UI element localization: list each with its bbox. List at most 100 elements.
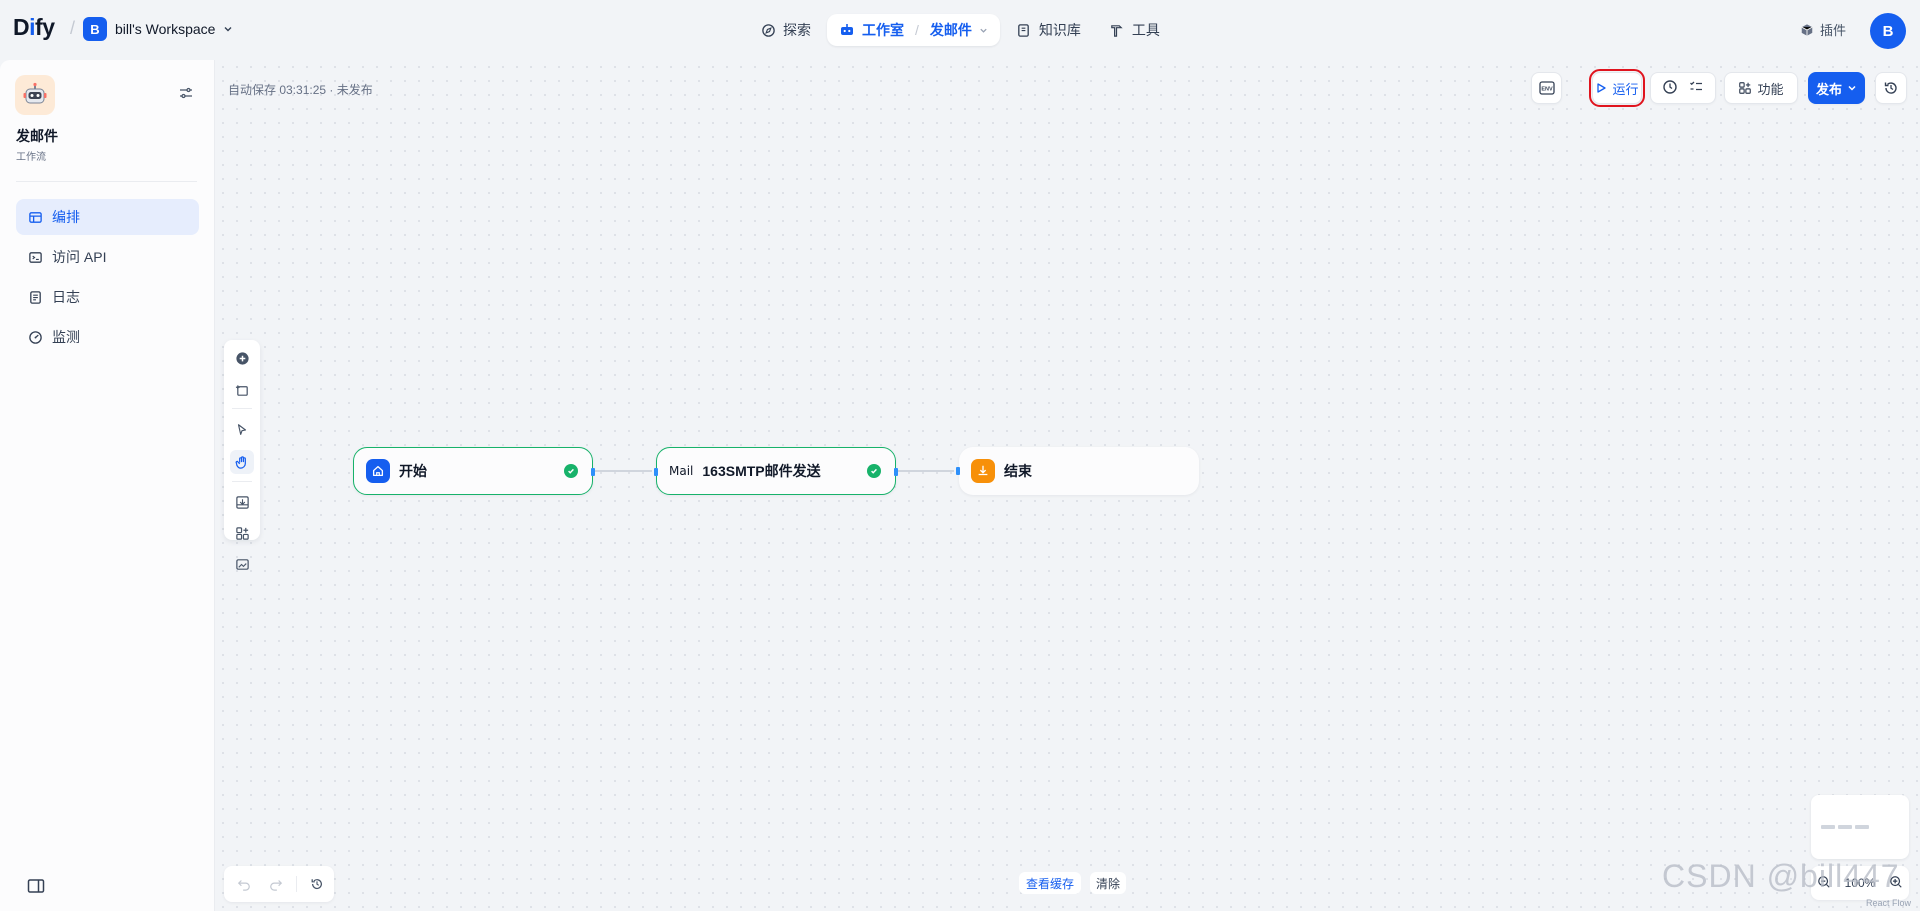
node-title: 结束	[1004, 463, 1032, 479]
watermark: CSDN @bill447	[1662, 858, 1900, 894]
export-image-button[interactable]	[230, 490, 254, 514]
run-history-button[interactable]	[1662, 79, 1678, 98]
features-label: 功能	[1757, 81, 1784, 97]
download-box-icon	[235, 495, 249, 509]
undo-icon	[237, 880, 250, 891]
sidebar-item-label: 监测	[52, 329, 80, 345]
divider-slash: /	[70, 18, 76, 38]
chevron-down-icon	[980, 28, 987, 33]
nav-explore-label: 探索	[783, 22, 811, 38]
workflow-canvas[interactable]: 自动保存 03:31:25 · 未发布 ENV 运行 功能 发布 开始 Mail…	[216, 60, 1920, 911]
minimap[interactable]	[1811, 795, 1909, 859]
auto-layout-button[interactable]	[230, 521, 254, 545]
node-start[interactable]: 开始	[353, 447, 595, 495]
organize-icon	[235, 526, 249, 540]
workspace-avatar: B	[83, 17, 107, 41]
cursor-icon	[237, 424, 247, 435]
sidebar-item-label: 编排	[52, 209, 80, 225]
history-icon	[311, 879, 322, 890]
cube-icon	[1801, 23, 1813, 36]
current-app-label[interactable]: 发邮件	[930, 20, 972, 40]
workspace-switcher[interactable]: B bill's Workspace	[83, 17, 233, 41]
play-icon	[1597, 83, 1607, 93]
node-title: 开始	[399, 463, 427, 479]
node-end[interactable]: 结束	[956, 447, 1199, 495]
check-icon	[867, 464, 881, 478]
app-settings-button[interactable]	[178, 85, 194, 106]
edge-mail-to-end[interactable]	[896, 470, 954, 472]
nav-explore[interactable]: 探索	[748, 14, 823, 46]
plugins-label: 插件	[1820, 23, 1847, 38]
minimap-toggle-button[interactable]	[230, 552, 254, 576]
history-checklist-group	[1650, 72, 1716, 104]
checklist-button[interactable]	[1688, 79, 1704, 98]
nav-studio-label: 工作室	[862, 22, 904, 38]
nav-tools-label: 工具	[1131, 22, 1160, 38]
home-icon	[366, 459, 390, 483]
sidebar-item-orchestrate[interactable]: 编排	[16, 199, 199, 235]
sidebar-item-label: 访问 API	[52, 249, 107, 265]
divider	[16, 181, 197, 182]
app-robot-icon	[15, 75, 55, 115]
output-handle[interactable]	[894, 468, 898, 476]
clear-cache-button[interactable]: 清除	[1090, 872, 1127, 894]
output-handle[interactable]	[591, 468, 595, 476]
sidebar-item-label: 日志	[52, 289, 80, 305]
nav-tools[interactable]: 工具	[1097, 14, 1172, 46]
collapse-sidebar-button[interactable]	[27, 878, 45, 899]
publish-label: 发布	[1815, 81, 1842, 97]
version-history-button[interactable]	[1875, 72, 1907, 104]
react-flow-attribution[interactable]: React Flow	[1866, 898, 1911, 908]
redo-button[interactable]	[264, 872, 288, 896]
canvas-tool-rail	[224, 340, 260, 570]
hammer-icon	[1109, 22, 1125, 38]
minimap-icon	[235, 558, 249, 570]
pointer-mode-button[interactable]	[230, 418, 254, 442]
terminal-icon	[29, 251, 42, 263]
sidebar-item-monitor[interactable]: 监测	[16, 319, 199, 355]
node-smtp-mail[interactable]: Mail 163SMTP邮件发送	[654, 447, 898, 495]
sliders-icon	[180, 87, 192, 99]
add-note-button[interactable]	[230, 378, 254, 402]
sidebar-toggle-icon	[27, 879, 45, 893]
app-menu: 编排 访问 API 日志 监测	[16, 199, 199, 359]
publish-button[interactable]: 发布	[1808, 72, 1865, 104]
book-icon	[1016, 22, 1032, 38]
dify-logo[interactable]: Dify	[13, 14, 55, 41]
nav-knowledge[interactable]: 知识库	[1004, 14, 1093, 46]
sidebar-item-logs[interactable]: 日志	[16, 279, 199, 315]
workspace-name: bill's Workspace	[115, 21, 216, 37]
change-history-button[interactable]	[305, 872, 329, 896]
add-node-button[interactable]	[230, 346, 254, 370]
input-handle[interactable]	[956, 467, 960, 475]
hand-mode-button[interactable]	[230, 450, 254, 474]
nav-separator: /	[915, 22, 919, 38]
divider	[232, 408, 252, 409]
robot-icon	[839, 22, 855, 38]
input-handle[interactable]	[654, 468, 658, 476]
sidebar-item-api[interactable]: 访问 API	[16, 239, 199, 275]
features-button[interactable]: 功能	[1724, 72, 1798, 104]
plugins-link[interactable]: 插件	[1800, 20, 1846, 39]
mail-icon: Mail	[669, 464, 694, 478]
run-button[interactable]: 运行	[1589, 69, 1645, 107]
flag-icon	[971, 459, 995, 483]
history-icon	[1884, 82, 1897, 94]
node-title: 163SMTP邮件发送	[702, 463, 821, 479]
check-icon	[564, 464, 578, 478]
view-cache-button[interactable]: 查看缓存	[1019, 872, 1082, 894]
clock-play-icon	[1663, 79, 1677, 94]
app-name: 发邮件	[16, 128, 58, 144]
divider	[232, 481, 252, 482]
edge-start-to-mail[interactable]	[594, 470, 652, 472]
nav-studio[interactable]: 工作室 / 发邮件	[827, 14, 1000, 46]
run-label: 运行	[1612, 81, 1639, 97]
note-add-icon	[235, 384, 248, 396]
chevron-down-icon	[1848, 85, 1856, 91]
undo-button[interactable]	[232, 872, 256, 896]
app-type: 工作流	[16, 152, 46, 163]
plus-circle-icon	[235, 351, 249, 365]
env-button[interactable]: ENV	[1531, 72, 1562, 104]
layout-icon	[29, 211, 42, 223]
user-avatar[interactable]: B	[1870, 13, 1906, 49]
